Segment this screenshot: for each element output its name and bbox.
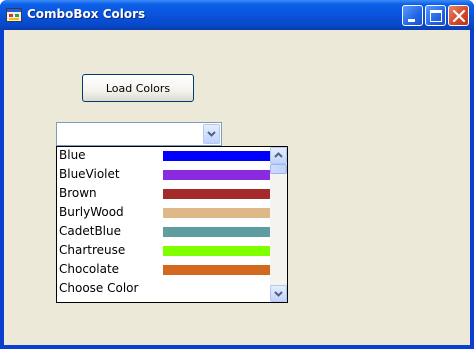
list-item-label: Blue — [59, 148, 86, 162]
close-icon — [452, 9, 466, 23]
color-swatch — [163, 246, 271, 256]
color-swatch — [163, 170, 271, 180]
combobox-dropdown-button[interactable] — [203, 124, 220, 144]
list-item-label: Chocolate — [59, 262, 120, 276]
list-item-label: Choose Color — [59, 281, 139, 295]
list-item[interactable]: Chartreuse — [57, 242, 271, 261]
list-item[interactable]: Brown — [57, 185, 271, 204]
list-item[interactable]: Choose Color — [57, 280, 271, 299]
chevron-down-icon — [207, 131, 216, 137]
maximize-icon — [430, 10, 442, 22]
color-swatch — [163, 227, 271, 237]
color-swatch — [163, 151, 271, 161]
app-window: ComboBox Colors Load Colors Blue BlueVio… — [0, 0, 474, 349]
minimize-button[interactable] — [402, 5, 423, 26]
list-item-label: BlueViolet — [59, 167, 120, 181]
list-item-label: CadetBlue — [59, 224, 121, 238]
load-colors-button[interactable]: Load Colors — [82, 74, 194, 102]
minimize-icon — [408, 19, 415, 22]
combobox-dropdown-list[interactable]: Blue BlueViolet Brown BurlyWood CadetBlu… — [56, 146, 288, 303]
list-item-label: BurlyWood — [59, 205, 124, 219]
list-item-label: Chartreuse — [59, 243, 126, 257]
chevron-up-icon — [274, 152, 283, 158]
maximize-button[interactable] — [425, 5, 446, 26]
list-item[interactable]: CadetBlue — [57, 223, 271, 242]
scroll-up-button[interactable] — [270, 147, 287, 164]
list-item-label: Brown — [59, 186, 97, 200]
scroll-down-button[interactable] — [270, 285, 287, 302]
form-client-area: Load Colors Blue BlueViolet Brown BurlyW… — [4, 30, 470, 345]
list-item[interactable]: Chocolate — [57, 261, 271, 280]
close-button[interactable] — [448, 5, 469, 26]
color-swatch — [163, 208, 271, 218]
list-item[interactable]: Blue — [57, 147, 271, 166]
list-item[interactable]: BlueViolet — [57, 166, 271, 185]
load-colors-button-label: Load Colors — [105, 81, 171, 95]
color-swatch — [163, 265, 271, 275]
chevron-down-icon — [274, 291, 283, 297]
color-combobox[interactable] — [56, 122, 222, 146]
vertical-scrollbar[interactable] — [270, 147, 287, 302]
scrollbar-thumb[interactable] — [270, 164, 287, 174]
list-item[interactable]: BurlyWood — [57, 204, 271, 223]
window-title: ComboBox Colors — [27, 7, 146, 21]
title-bar[interactable]: ComboBox Colors — [0, 0, 474, 30]
app-icon — [6, 7, 22, 23]
color-swatch — [163, 189, 271, 199]
